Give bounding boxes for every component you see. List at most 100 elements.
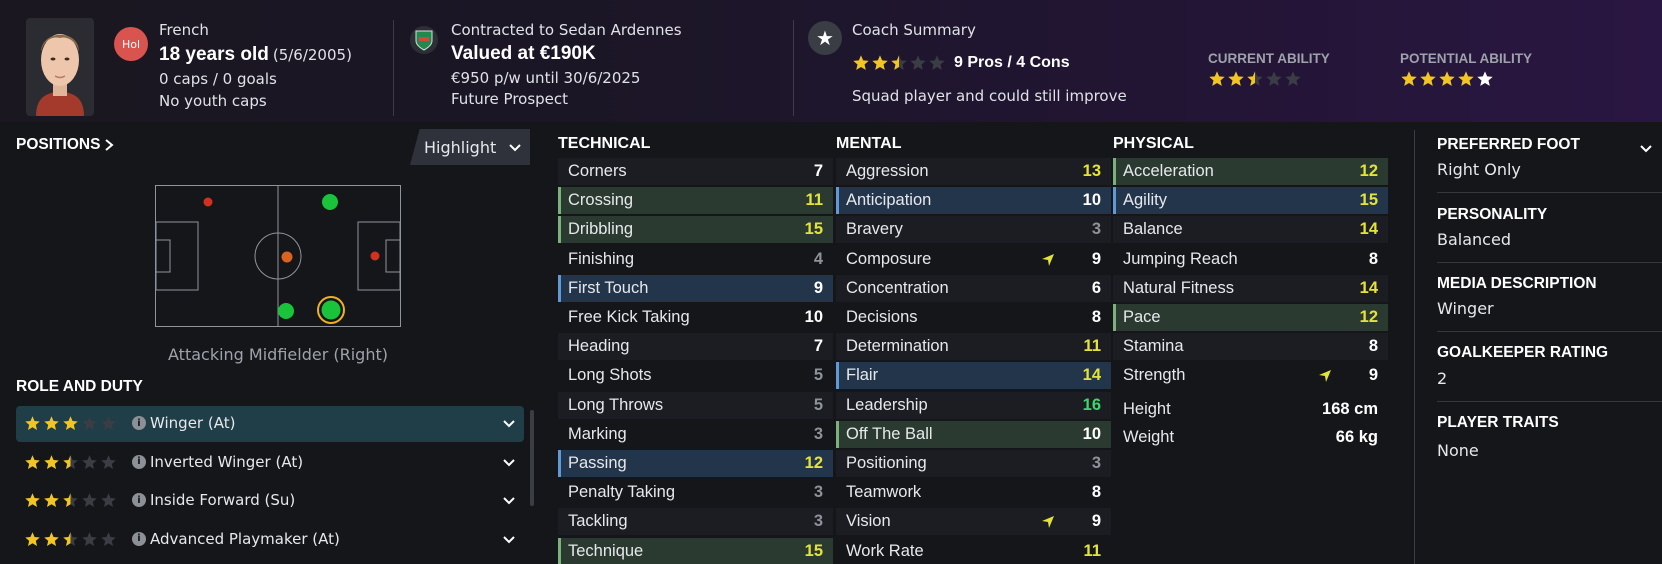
star-icon [25,416,40,430]
info-icon[interactable]: i [132,454,146,469]
attribute-row[interactable]: Positioning 3 [836,450,1111,477]
pros-cons-text[interactable]: 9 Pros / 4 Cons [954,54,1070,72]
attribute-name: Acceleration [1123,162,1214,180]
attribute-name: First Touch [568,278,649,297]
star-icon [1420,71,1436,86]
highlight-dropdown[interactable]: Highlight [410,129,530,165]
role-row[interactable]: i Inside Forward (Su) [16,483,524,519]
attribute-row[interactable]: Long Shots 5 [558,362,833,389]
attribute-row[interactable]: Jumping Reach 8 [1113,246,1388,273]
attribute-row[interactable]: Corners 7 [558,158,833,185]
attribute-value: 7 [813,162,823,180]
attribute-row[interactable]: Aggression 13 [836,158,1111,185]
attribute-row[interactable]: Passing 12 [558,450,833,477]
star-icon [1209,71,1225,86]
attribute-row[interactable]: Teamwork 8 [836,479,1111,506]
star-icon [63,416,78,430]
positions-header[interactable]: POSITIONS [16,136,114,154]
attribute-value: 11 [805,191,823,210]
attribute-row[interactable]: Tackling 3 [558,508,833,536]
divider [1437,262,1662,263]
attribute-value: 11 [1083,541,1101,560]
star-icon: ★ [808,21,842,55]
role-row[interactable]: i Inverted Winger (At) [16,445,524,481]
attribute-row[interactable]: Composure 9 [836,246,1111,273]
attribute-value: 8 [1368,337,1378,356]
attribute-row[interactable]: Pace 12 [1113,304,1388,331]
age-text: 18 years old [159,44,269,65]
attribute-row[interactable]: Long Throws 5 [558,391,833,419]
attribute-row[interactable]: Off The Ball 10 [836,420,1111,448]
attribute-name: Finishing [568,249,635,268]
star-icon [82,531,97,546]
star-icon [853,55,869,70]
attribute-value: 10 [1082,424,1101,443]
role-list-scrollbar[interactable] [530,410,534,506]
attribute-name: Corners [568,162,627,180]
chevron-down-icon[interactable] [502,414,516,434]
attribute-row[interactable]: Agility 15 [1113,187,1388,215]
value-text: Valued at €190K [451,43,596,64]
chevron-down-icon[interactable] [502,530,516,550]
club-crest-icon[interactable] [410,26,438,54]
attribute-row[interactable]: Technique 15 [558,537,833,564]
attribute-value: 9 [1368,366,1378,385]
attribute-row[interactable]: Vision 9 [836,508,1111,536]
attribute-row[interactable]: First Touch 9 [558,274,833,302]
attribute-value: 13 [1082,162,1101,180]
role-label: Advanced Playmaker (At) [150,529,340,548]
attribute-row[interactable]: Decisions 8 [836,304,1111,331]
attribute-row[interactable]: Work Rate 11 [836,538,1111,564]
attribute-row[interactable]: Balance 14 [1113,216,1388,244]
role-row[interactable]: i Winger (At) [16,406,524,442]
attribute-row[interactable]: Marking 3 [558,421,833,448]
positions-title[interactable]: POSITIONS [16,136,100,154]
attribute-row[interactable]: Crossing 11 [558,187,833,215]
chevron-down-icon[interactable] [502,491,516,511]
attribute-row[interactable]: Flair 14 [836,362,1111,390]
attribute-value: 3 [813,424,823,443]
attribute-name: Technique [568,541,644,560]
trend-arrow-icon [1319,370,1331,383]
attribute-row[interactable]: Concentration 6 [836,274,1111,302]
attribute-name: Off The Ball [846,424,933,443]
attribute-row[interactable]: Anticipation 10 [836,187,1111,215]
star-icon [25,454,40,469]
star-icon [82,416,97,430]
position-dot [281,251,293,263]
attribute-row[interactable]: Free Kick Taking 10 [558,304,833,331]
attribute-name: Stamina [1123,337,1184,356]
attribute-value: 3 [1091,220,1101,239]
chevron-down-icon[interactable] [1639,144,1653,154]
attribute-value: 12 [804,454,823,472]
attribute-row[interactable]: Finishing 4 [558,246,833,273]
attribute-row[interactable]: Dribbling 15 [558,216,833,244]
info-icon[interactable]: i [132,493,146,507]
role-row[interactable]: i Advanced Playmaker (At) [16,522,524,558]
youth-caps-text: No youth caps [159,92,267,110]
attribute-name: Crossing [568,191,634,210]
contract-text[interactable]: Contracted to Sedan Ardennes [451,21,682,39]
coach-summary-text: Squad player and could still improve [852,87,1127,105]
attribute-value: 16 [1082,395,1101,414]
attribute-row[interactable]: Heading 7 [558,333,833,361]
attribute-row[interactable]: Natural Fitness 14 [1113,274,1388,302]
chevron-right-icon [105,139,114,151]
attribute-value: 3 [1091,454,1101,472]
attribute-name: Teamwork [846,483,922,502]
chevron-down-icon[interactable] [502,453,516,473]
attribute-row[interactable]: Stamina 8 [1113,333,1388,361]
info-icon[interactable]: i [132,531,146,546]
attribute-row[interactable]: Bravery 3 [836,216,1111,244]
attribute-row[interactable]: Acceleration 12 [1113,158,1388,185]
nationality-badge[interactable]: Hol [114,27,148,61]
attribute-name: Pace [1123,308,1161,326]
star-icon [44,531,59,546]
star-icon [82,493,97,507]
attribute-row[interactable]: Penalty Taking 3 [558,479,833,506]
attribute-row[interactable]: Leadership 16 [836,391,1111,419]
attribute-name: Work Rate [846,541,924,560]
attribute-row[interactable]: Strength 9 [1113,362,1388,389]
attribute-row[interactable]: Determination 11 [836,333,1111,361]
info-icon[interactable]: i [132,416,146,430]
